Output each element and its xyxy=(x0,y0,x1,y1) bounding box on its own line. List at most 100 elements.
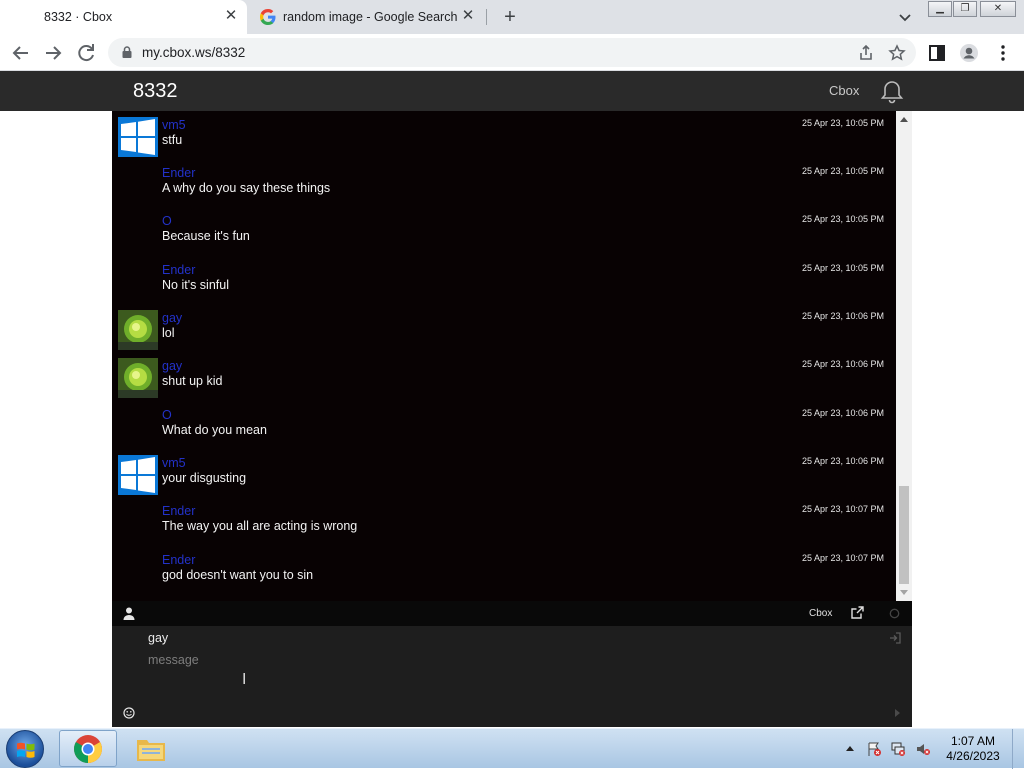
cbox-toolbar: Cbox xyxy=(112,601,912,626)
chrome-icon xyxy=(74,735,102,763)
tab-title: 8332 · Cbox xyxy=(44,10,113,24)
chat-scrollbar[interactable] xyxy=(896,111,912,601)
windows-taskbar: 1:07 AM 4/26/2023 xyxy=(0,728,1024,769)
message-username[interactable]: vm5 xyxy=(162,456,186,470)
message-username[interactable]: gay xyxy=(162,359,182,373)
message-text: No it's sinful xyxy=(162,278,229,292)
send-arrow-icon[interactable] xyxy=(894,709,901,717)
tab-google-search[interactable]: random image - Google Search ✕ xyxy=(250,0,484,34)
start-button[interactable] xyxy=(6,730,44,768)
show-desktop-button[interactable] xyxy=(1012,729,1024,769)
emoji-icon[interactable] xyxy=(123,707,135,719)
message-text: your disgusting xyxy=(162,471,247,485)
message-item: vm5 your disgusting 25 Apr 23, 10:06 PM xyxy=(112,449,897,497)
clock-time: 1:07 AM xyxy=(950,734,996,748)
message-timestamp: 25 Apr 23, 10:06 PM xyxy=(801,408,884,418)
restore-icon[interactable]: ❐ xyxy=(953,1,977,17)
message-timestamp: 25 Apr 23, 10:07 PM xyxy=(801,504,884,514)
message-timestamp: 25 Apr 23, 10:06 PM xyxy=(801,456,884,466)
cbox-header: 8332 Cbox xyxy=(0,71,1024,111)
login-icon[interactable] xyxy=(889,632,901,644)
address-bar[interactable]: my.cbox.ws/8332 xyxy=(108,38,916,67)
message-username[interactable]: gay xyxy=(162,311,182,325)
message-item: Ender No it's sinful 25 Apr 23, 10:05 PM xyxy=(112,256,897,304)
back-arrow-icon[interactable] xyxy=(9,41,33,65)
scroll-up-arrow-icon[interactable] xyxy=(900,117,908,122)
forward-arrow-icon[interactable] xyxy=(41,41,65,65)
message-item: gay shut up kid 25 Apr 23, 10:06 PM xyxy=(112,352,897,400)
tab-strip: 8332 · Cbox ✕ random image - Google Sear… xyxy=(0,0,1024,34)
message-username[interactable]: Ender xyxy=(162,504,195,518)
windows-flag-icon xyxy=(17,742,35,758)
chevron-down-icon[interactable] xyxy=(895,7,915,27)
scrollbar-thumb[interactable] xyxy=(899,486,909,584)
taskbar-clock[interactable]: 1:07 AM 4/26/2023 xyxy=(940,734,1006,764)
green-photo-avatar xyxy=(118,358,158,398)
windows-logo-avatar xyxy=(118,455,158,495)
page-title: 8332 xyxy=(133,80,178,102)
external-link-icon[interactable] xyxy=(851,606,864,619)
folder-icon xyxy=(137,740,165,761)
message-username[interactable]: Ender xyxy=(162,166,195,180)
scroll-down-arrow-icon[interactable] xyxy=(900,590,908,595)
status-circle-icon[interactable] xyxy=(889,608,900,619)
user-icon[interactable] xyxy=(123,607,135,620)
url-text: my.cbox.ws/8332 xyxy=(142,45,246,60)
tab-cbox[interactable]: 8332 · Cbox ✕ xyxy=(0,0,247,34)
volume-muted-icon[interactable] xyxy=(915,741,931,757)
message-item: Ender The way you all are acting is wron… xyxy=(112,497,897,545)
username-field[interactable]: gay xyxy=(148,631,168,645)
minimize-icon[interactable]: ▁ xyxy=(928,1,952,17)
tray-expand-icon[interactable] xyxy=(845,744,855,752)
cbox-footer-link[interactable]: Cbox xyxy=(809,608,832,619)
message-item: O What do you mean 25 Apr 23, 10:06 PM xyxy=(112,401,897,449)
message-text: What do you mean xyxy=(162,423,267,437)
close-window-icon[interactable]: ✕ xyxy=(980,1,1016,17)
windows-logo-avatar xyxy=(118,117,158,157)
message-text: The way you all are acting is wrong xyxy=(162,519,358,533)
message-text: lol xyxy=(162,326,175,340)
action-center-flag-icon[interactable] xyxy=(866,741,882,757)
taskbar-chrome[interactable] xyxy=(59,730,117,767)
message-timestamp: 25 Apr 23, 10:06 PM xyxy=(801,311,884,321)
message-text: A why do you say these things xyxy=(162,181,331,195)
green-photo-avatar xyxy=(118,310,158,350)
message-timestamp: 25 Apr 23, 10:07 PM xyxy=(801,553,884,563)
close-tab-icon[interactable]: ✕ xyxy=(223,8,239,24)
message-username[interactable]: vm5 xyxy=(162,118,186,132)
message-text: shut up kid xyxy=(162,374,223,388)
message-timestamp: 25 Apr 23, 10:06 PM xyxy=(801,359,884,369)
share-icon[interactable] xyxy=(857,44,875,62)
message-item: gay lol 25 Apr 23, 10:06 PM xyxy=(112,304,897,352)
message-timestamp: 25 Apr 23, 10:05 PM xyxy=(801,263,884,273)
message-username[interactable]: O xyxy=(162,408,172,422)
message-item: Ender A why do you say these things 25 A… xyxy=(112,159,897,207)
reload-icon[interactable] xyxy=(74,41,98,65)
message-username[interactable]: Ender xyxy=(162,263,195,277)
tab-title: random image - Google Search xyxy=(283,10,458,24)
side-panel-icon[interactable] xyxy=(927,43,947,63)
message-item: O Because it's fun 25 Apr 23, 10:05 PM xyxy=(112,207,897,255)
message-item: vm5 stfu 25 Apr 23, 10:05 PM xyxy=(112,111,897,159)
message-composer: gay I xyxy=(112,626,912,727)
message-text: Because it's fun xyxy=(162,229,250,243)
taskbar-file-explorer[interactable] xyxy=(122,730,180,767)
text-cursor-icon: I xyxy=(242,670,247,688)
tab-separator xyxy=(486,9,487,25)
close-tab-icon[interactable]: ✕ xyxy=(460,8,476,24)
message-input[interactable] xyxy=(144,650,864,670)
new-tab-icon[interactable]: + xyxy=(499,6,521,28)
cbox-brand-link[interactable]: Cbox xyxy=(829,83,859,98)
lock-icon[interactable] xyxy=(120,45,134,59)
menu-dots-icon[interactable] xyxy=(993,43,1013,63)
message-timestamp: 25 Apr 23, 10:05 PM xyxy=(801,118,884,128)
browser-toolbar: my.cbox.ws/8332 xyxy=(0,34,1024,71)
bell-icon[interactable] xyxy=(879,79,905,105)
bookmark-star-icon[interactable] xyxy=(888,44,906,62)
message-username[interactable]: O xyxy=(162,214,172,228)
clock-date: 4/26/2023 xyxy=(946,749,1000,763)
profile-icon[interactable] xyxy=(959,43,979,63)
message-timestamp: 25 Apr 23, 10:05 PM xyxy=(801,166,884,176)
network-icon[interactable] xyxy=(890,741,906,757)
message-username[interactable]: Ender xyxy=(162,553,195,567)
